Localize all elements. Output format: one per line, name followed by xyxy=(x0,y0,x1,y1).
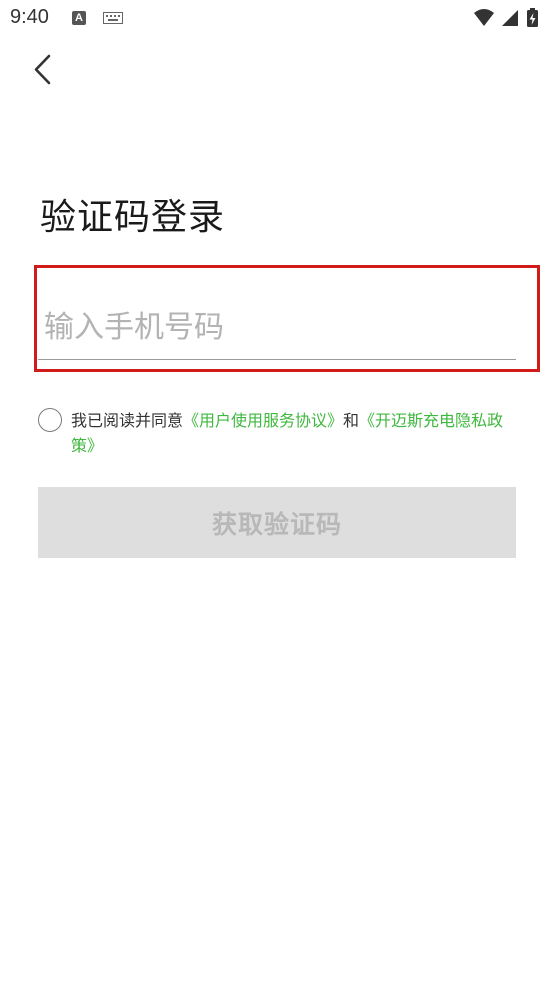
phone-number-input[interactable] xyxy=(38,296,516,360)
text-a-icon: A xyxy=(72,11,86,25)
signal-icon xyxy=(502,10,518,26)
battery-charging-icon xyxy=(527,8,538,27)
page-title: 验证码登录 xyxy=(40,197,226,238)
agreement-radio[interactable] xyxy=(38,408,62,432)
back-button[interactable] xyxy=(26,50,62,90)
agreement-conjunction: 和 xyxy=(343,411,360,430)
keyboard-icon xyxy=(103,12,123,24)
agreement-prefix: 我已阅读并同意 xyxy=(71,411,184,430)
agreement-text: 我已阅读并同意《用户使用服务协议》和《开迈斯充电隐私政策》 xyxy=(71,408,521,458)
get-verification-code-button[interactable]: 获取验证码 xyxy=(38,487,516,558)
status-time: 9:40 xyxy=(10,6,49,28)
wifi-icon xyxy=(474,9,494,26)
chevron-left-icon xyxy=(34,54,51,85)
terms-of-service-link[interactable]: 《用户使用服务协议》 xyxy=(183,411,343,430)
status-system-icons xyxy=(472,7,544,29)
status-bar: 9:40 A xyxy=(0,0,554,36)
